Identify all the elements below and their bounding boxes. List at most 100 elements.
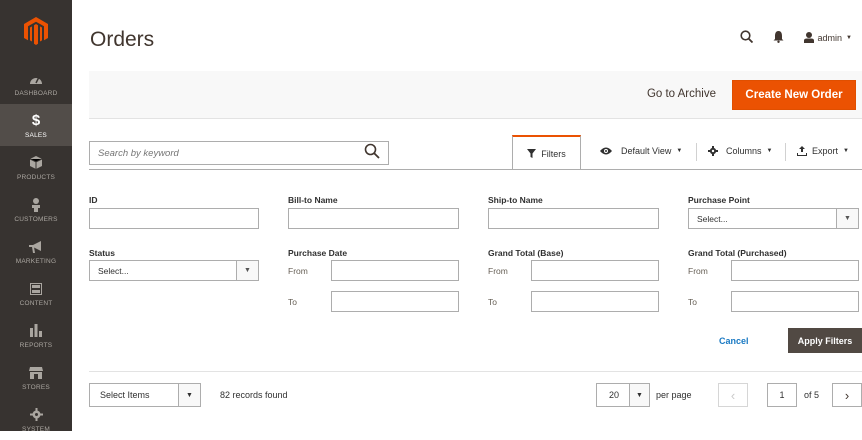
grand-total-purchased-from-input[interactable] bbox=[731, 260, 859, 281]
gauge-icon bbox=[29, 70, 43, 88]
filters-button[interactable]: Filters bbox=[512, 135, 581, 170]
sidebar-item-reports[interactable]: Reports bbox=[0, 314, 72, 356]
eye-icon bbox=[600, 147, 612, 155]
page-title: Orders bbox=[90, 28, 155, 51]
purchase-point-select[interactable]: Select... ▼ bbox=[688, 208, 859, 229]
purchase-date-from-label: From bbox=[288, 266, 308, 276]
grand-total-purchased-from-label: From bbox=[688, 266, 708, 276]
sidebar-item-stores[interactable]: Stores bbox=[0, 356, 72, 398]
status-value: Select... bbox=[98, 265, 129, 276]
purchase-point-label: Purchase Point bbox=[688, 195, 750, 205]
admin-username: admin bbox=[817, 32, 843, 43]
export-label: Export bbox=[812, 146, 839, 156]
chevron-down-icon: ▼ bbox=[629, 384, 649, 406]
magento-logo[interactable] bbox=[0, 0, 72, 62]
total-pages-label: of 5 bbox=[804, 390, 820, 400]
grand-total-base-to-label: To bbox=[488, 297, 497, 307]
search-icon[interactable] bbox=[364, 143, 380, 164]
magento-logo-icon bbox=[24, 17, 48, 45]
page-size-select[interactable]: 20 ▼ bbox=[596, 383, 650, 407]
sidebar-item-products[interactable]: Products bbox=[0, 146, 72, 188]
toolbar-divider bbox=[696, 143, 697, 161]
chevron-left-icon: ‹ bbox=[730, 387, 736, 403]
columns-label: Columns bbox=[726, 146, 762, 156]
status-filter-label: Status bbox=[89, 248, 115, 258]
notifications-bell-icon[interactable] bbox=[773, 30, 784, 45]
cube-icon bbox=[30, 154, 42, 172]
sidebar-item-system[interactable]: System bbox=[0, 398, 72, 440]
sidebar-item-label: Dashboard bbox=[14, 89, 58, 97]
funnel-icon bbox=[527, 149, 537, 158]
chevron-right-icon: › bbox=[844, 387, 850, 403]
sidebar-item-customers[interactable]: Customers bbox=[0, 188, 72, 230]
chevron-down-icon: ▼ bbox=[836, 209, 858, 228]
page-size-value: 20 bbox=[609, 390, 620, 400]
default-view-label: Default View bbox=[621, 146, 672, 156]
header-actions: admin ▼ bbox=[739, 30, 852, 45]
upload-icon bbox=[797, 146, 807, 156]
sidebar-item-label: Customers bbox=[14, 215, 58, 223]
keyword-search bbox=[89, 141, 389, 165]
filters-label: Filters bbox=[541, 148, 566, 159]
sidebar-item-label: Marketing bbox=[15, 257, 57, 265]
sidebar-item-label: Sales bbox=[25, 131, 47, 139]
purchase-date-to-label: To bbox=[288, 297, 297, 307]
sidebar-item-sales[interactable]: $ Sales bbox=[0, 104, 72, 146]
sidebar-item-label: System bbox=[22, 425, 50, 433]
cancel-filters-button[interactable]: Cancel bbox=[719, 336, 749, 346]
purchase-date-label: Purchase Date bbox=[288, 248, 348, 258]
layout-icon bbox=[30, 280, 42, 298]
search-input[interactable] bbox=[98, 147, 364, 159]
grand-total-purchased-to-input[interactable] bbox=[731, 291, 859, 312]
chevron-down-icon: ▼ bbox=[236, 261, 258, 280]
grand-total-purchased-label: Grand Total (Purchased) bbox=[688, 248, 787, 258]
sidebar-item-content[interactable]: Content bbox=[0, 272, 72, 314]
purchase-point-value: Select... bbox=[697, 213, 728, 224]
previous-page-button[interactable]: ‹ bbox=[718, 383, 748, 407]
search-icon[interactable] bbox=[739, 30, 753, 45]
export-dropdown[interactable]: Export ▼ bbox=[797, 146, 849, 156]
purchase-date-from-input[interactable] bbox=[331, 260, 459, 281]
id-filter-input[interactable] bbox=[89, 208, 259, 229]
grand-total-purchased-to-label: To bbox=[688, 297, 697, 307]
chevron-down-icon: ▼ bbox=[766, 148, 773, 154]
admin-sidebar: Dashboard $ Sales Products Customers Mar… bbox=[0, 0, 72, 433]
sidebar-item-dashboard[interactable]: Dashboard bbox=[0, 62, 72, 104]
grand-total-base-from-label: From bbox=[488, 266, 508, 276]
bill-to-name-label: Bill-to Name bbox=[288, 195, 338, 205]
sidebar-item-label: Stores bbox=[22, 383, 50, 391]
toolbar-divider bbox=[785, 143, 786, 161]
go-to-archive-button[interactable]: Go to Archive bbox=[647, 88, 716, 100]
status-select[interactable]: Select... ▼ bbox=[89, 260, 259, 281]
grand-total-base-from-input[interactable] bbox=[531, 260, 659, 281]
columns-dropdown[interactable]: Columns ▼ bbox=[708, 146, 772, 156]
sidebar-item-label: Reports bbox=[19, 341, 53, 349]
storefront-icon bbox=[29, 364, 43, 382]
chevron-down-icon: ▼ bbox=[676, 148, 683, 154]
sidebar-item-label: Products bbox=[16, 173, 56, 181]
bill-to-name-input[interactable] bbox=[288, 208, 459, 229]
create-new-order-button[interactable]: Create New Order bbox=[732, 80, 856, 110]
grid-divider bbox=[89, 371, 862, 372]
next-page-button[interactable]: › bbox=[832, 383, 862, 407]
default-view-dropdown[interactable]: Default View ▼ bbox=[600, 146, 682, 156]
ship-to-name-label: Ship-to Name bbox=[488, 195, 543, 205]
gear-icon bbox=[29, 406, 43, 424]
grand-total-base-to-input[interactable] bbox=[531, 291, 659, 312]
mass-action-value: Select Items bbox=[100, 390, 150, 400]
apply-filters-button[interactable]: Apply Filters bbox=[788, 328, 862, 353]
chevron-down-icon: ▼ bbox=[843, 148, 849, 154]
mass-action-select[interactable]: Select Items ▼ bbox=[89, 383, 201, 407]
purchase-date-to-input[interactable] bbox=[331, 291, 459, 312]
user-icon bbox=[803, 32, 814, 43]
chevron-down-icon: ▼ bbox=[178, 384, 200, 406]
gear-icon bbox=[708, 146, 718, 156]
ship-to-name-input[interactable] bbox=[488, 208, 659, 229]
records-count: 82 records found bbox=[220, 390, 288, 400]
sidebar-item-marketing[interactable]: Marketing bbox=[0, 230, 72, 272]
current-page-input[interactable]: 1 bbox=[767, 383, 797, 407]
sidebar-item-label: Content bbox=[19, 299, 53, 307]
admin-account-menu[interactable]: admin ▼ bbox=[803, 32, 852, 43]
grand-total-base-label: Grand Total (Base) bbox=[488, 248, 564, 258]
megaphone-icon bbox=[29, 238, 43, 256]
